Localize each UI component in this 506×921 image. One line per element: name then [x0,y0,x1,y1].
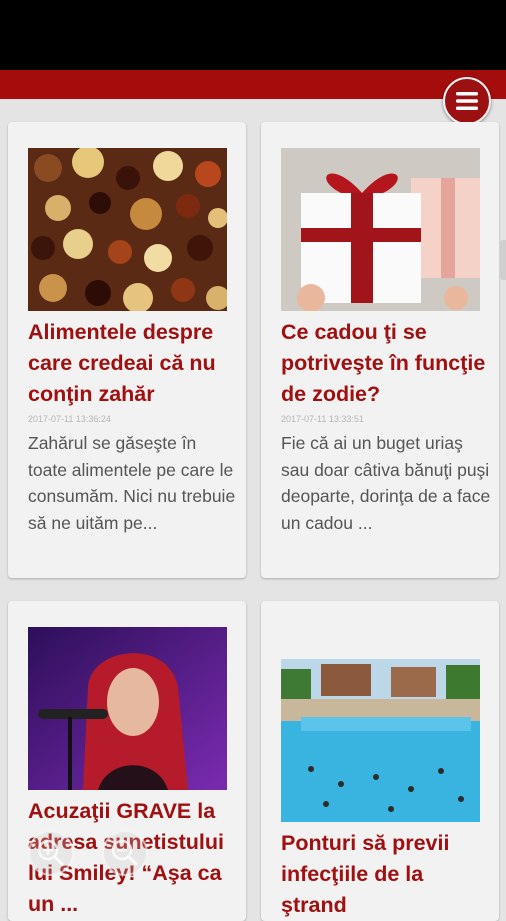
article-title[interactable]: Ce cadou ţi se potriveşte în funcţie de … [281,317,491,410]
side-drawer-handle[interactable] [500,240,506,280]
article-card[interactable]: Ce cadou ţi se potriveşte în funcţie de … [261,122,499,578]
zoom-in-icon [37,839,65,867]
article-thumbnail-dried-fruits [28,148,227,311]
article-thumbnail-gift-boxes [281,148,480,311]
article-date: 2017-07-11 13:36:24 [28,414,111,424]
menu-button[interactable] [443,77,491,125]
article-excerpt: Zahărul se găseşte în toate alimentele p… [28,433,236,533]
article-thumbnail-swimming-pool [281,659,480,822]
article-title[interactable]: Alimentele despre care credeai că nu con… [28,317,238,410]
zoom-in-button[interactable] [28,830,74,876]
article-excerpt: Fie că ai un buget uriaş sau doar câtiva… [281,433,491,533]
zoom-out-button[interactable] [102,830,148,876]
zoom-out-icon [111,839,139,867]
article-date: 2017-07-11 13:33:51 [281,414,364,424]
app-top-bar [0,70,506,99]
hamburger-menu-icon [456,92,478,110]
status-bar [0,0,506,70]
article-card[interactable]: Ponturi să previi infecţiile de la ştran… [261,601,499,921]
article-title[interactable]: Ponturi să previi infecţiile de la ştran… [281,828,491,921]
article-card[interactable]: Alimentele despre care credeai că nu con… [8,122,246,578]
article-thumbnail-singer [28,627,227,790]
